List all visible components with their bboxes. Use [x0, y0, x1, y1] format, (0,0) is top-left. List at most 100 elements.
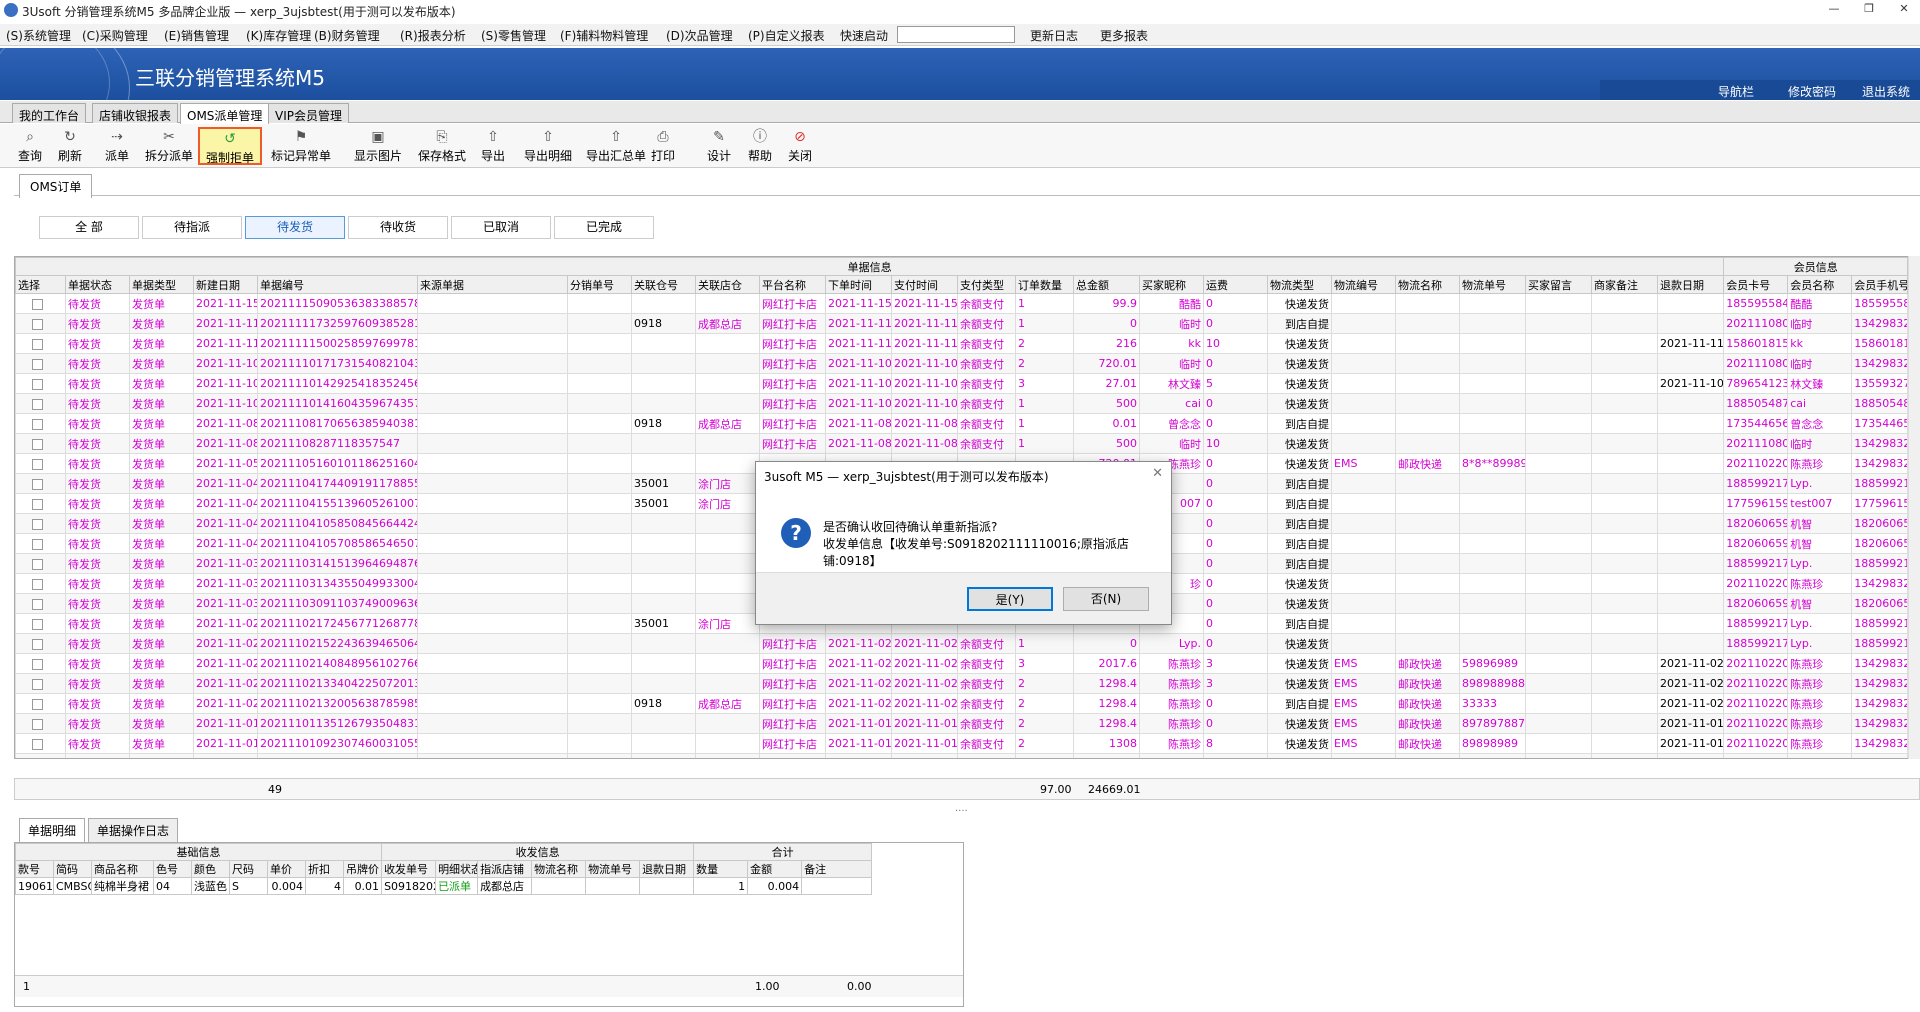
- row-checkbox[interactable]: [32, 338, 43, 350]
- column-header[interactable]: 选择: [15, 275, 66, 294]
- row-select-cell[interactable]: [15, 613, 66, 634]
- no-button[interactable]: 否(N): [1063, 587, 1149, 611]
- filter-completed[interactable]: 已完成: [554, 216, 654, 239]
- table-row[interactable]: 待发货 发货单 2021-11-08 20211108170656385940381​…: [15, 413, 1909, 434]
- export-detail-button[interactable]: ⇧ 导出明细: [520, 127, 576, 165]
- row-checkbox[interactable]: [32, 298, 43, 310]
- row-select-cell[interactable]: [15, 433, 66, 454]
- row-checkbox[interactable]: [32, 738, 43, 750]
- column-header[interactable]: 备注: [801, 860, 873, 878]
- quick-launch-input[interactable]: [897, 26, 1015, 43]
- column-header[interactable]: 退款日期: [639, 860, 695, 878]
- column-header[interactable]: 支付时间: [891, 275, 958, 294]
- query-button[interactable]: ⌕ 查询: [14, 127, 46, 165]
- row-checkbox[interactable]: [32, 498, 43, 510]
- column-header[interactable]: 新建日期: [193, 275, 258, 294]
- table-row[interactable]: 待发货 发货单 2021-11-11 20211111500258597699781 网…: [15, 333, 1909, 354]
- row-checkbox[interactable]: [32, 478, 43, 490]
- filter-pending-assign[interactable]: 待指派: [142, 216, 242, 239]
- table-row[interactable]: 待发货 发货单 2021-11-10 20211110141604359674357​…: [15, 393, 1909, 414]
- row-checkbox[interactable]: [32, 558, 43, 570]
- logout-link[interactable]: 退出系统: [1862, 83, 1910, 100]
- row-select-cell[interactable]: [15, 653, 66, 674]
- column-header[interactable]: 平台名称: [759, 275, 826, 294]
- column-header[interactable]: 指派店铺: [477, 860, 533, 878]
- row-checkbox[interactable]: [32, 458, 43, 470]
- nav-link[interactable]: 导航栏: [1718, 83, 1754, 100]
- tab-operation-log[interactable]: 单据操作日志: [88, 818, 179, 843]
- row-checkbox[interactable]: [32, 418, 43, 430]
- splitter-handle[interactable]: ····: [955, 806, 968, 817]
- row-checkbox[interactable]: [32, 718, 43, 730]
- column-header[interactable]: 单据编号: [257, 275, 418, 294]
- row-select-cell[interactable]: [15, 293, 66, 314]
- dispatch-button[interactable]: ⇢ 派单: [102, 127, 132, 165]
- restore-icon[interactable]: ❐: [1858, 2, 1880, 18]
- column-header[interactable]: 单据类型: [129, 275, 194, 294]
- save-format-button[interactable]: ⎘ 保存格式: [414, 127, 470, 165]
- column-header[interactable]: 下单时间: [825, 275, 892, 294]
- column-header[interactable]: 分销单号: [567, 275, 632, 294]
- row-select-cell[interactable]: [15, 633, 66, 654]
- filter-all[interactable]: 全 部: [39, 216, 139, 239]
- row-select-cell[interactable]: [15, 593, 66, 614]
- row-checkbox[interactable]: [32, 698, 43, 710]
- column-header[interactable]: 商品名称: [91, 860, 154, 878]
- row-select-cell[interactable]: [15, 473, 66, 494]
- column-header[interactable]: 来源单据: [417, 275, 568, 294]
- column-header[interactable]: 物流类型: [1267, 275, 1332, 294]
- row-checkbox[interactable]: [32, 658, 43, 670]
- tab-workbench[interactable]: 我的工作台: [12, 103, 87, 123]
- table-row[interactable]: 待发货发货单2021-10-2920211029092523924931403​…: [15, 753, 1909, 758]
- column-header[interactable]: 颜色: [191, 860, 230, 878]
- show-image-button[interactable]: ▣ 显示图片: [352, 127, 404, 165]
- menu-materials[interactable]: (F)辅料物料管理: [560, 27, 648, 44]
- row-checkbox[interactable]: [32, 318, 43, 330]
- column-header[interactable]: 总金额: [1073, 275, 1140, 294]
- split-dispatch-button[interactable]: ✂ 拆分派单: [142, 127, 196, 165]
- close-icon[interactable]: ✕: [1893, 2, 1915, 18]
- row-select-cell[interactable]: [15, 453, 66, 474]
- change-password-link[interactable]: 修改密码: [1788, 83, 1836, 100]
- column-header[interactable]: 单据状态: [65, 275, 130, 294]
- column-header[interactable]: 物流单号: [1459, 275, 1526, 294]
- column-header[interactable]: 色号: [153, 860, 192, 878]
- column-header[interactable]: 运费: [1203, 275, 1268, 294]
- row-checkbox[interactable]: [32, 578, 43, 590]
- menu-changelog[interactable]: 更新日志: [1030, 27, 1078, 44]
- design-button[interactable]: ✎ 设计: [704, 127, 734, 165]
- column-header[interactable]: 物流编号: [1331, 275, 1396, 294]
- table-row[interactable]: 待发货 发货单 2021-11-01 20211101092307460031055​…: [15, 733, 1909, 754]
- tab-detail[interactable]: 单据明细: [19, 818, 86, 843]
- refresh-button[interactable]: ↻ 刷新: [54, 127, 86, 165]
- minimize-icon[interactable]: —: [1823, 2, 1845, 18]
- column-header[interactable]: 订单数量: [1015, 275, 1074, 294]
- column-header[interactable]: 退款日期: [1656, 275, 1725, 294]
- row-select-cell[interactable]: [15, 553, 66, 574]
- menu-defects[interactable]: (D)次品管理: [666, 27, 733, 44]
- close-button[interactable]: ⊘ 关闭: [785, 127, 815, 165]
- row-select-cell[interactable]: [15, 493, 66, 514]
- row-select-cell[interactable]: [15, 673, 66, 694]
- column-header[interactable]: 物流单号: [585, 860, 641, 878]
- close-icon[interactable]: ✕: [1152, 466, 1163, 481]
- column-header[interactable]: 买家留言: [1525, 275, 1592, 294]
- row-select-cell[interactable]: [15, 733, 66, 754]
- menu-inventory[interactable]: (K)库存管理: [246, 27, 311, 44]
- column-header[interactable]: 数量: [693, 860, 749, 878]
- table-row[interactable]: 待发货 发货单 2021-11-02 20211102132005638785985​…: [15, 693, 1909, 714]
- table-row[interactable]: 待发货 发货单 2021-11-01 20211101135126793504831​…: [15, 713, 1909, 734]
- column-header[interactable]: 会员手机号: [1851, 275, 1909, 294]
- column-header[interactable]: 明细状态: [435, 860, 479, 878]
- row-select-cell[interactable]: [15, 753, 66, 758]
- column-header[interactable]: 折扣: [305, 860, 344, 878]
- help-button[interactable]: ⓘ 帮助: [745, 127, 775, 165]
- row-checkbox[interactable]: [32, 518, 43, 530]
- column-header[interactable]: 吊牌价: [342, 860, 383, 878]
- column-header[interactable]: 会员卡号: [1723, 275, 1789, 294]
- column-header[interactable]: 尺码: [229, 860, 268, 878]
- column-header[interactable]: 金额: [747, 860, 803, 878]
- row-checkbox[interactable]: [32, 378, 43, 390]
- table-row[interactable]: 待发货 发货单 2021-11-10 20211110142925418352456​…: [15, 373, 1909, 394]
- column-header[interactable]: 商家备注: [1591, 275, 1658, 294]
